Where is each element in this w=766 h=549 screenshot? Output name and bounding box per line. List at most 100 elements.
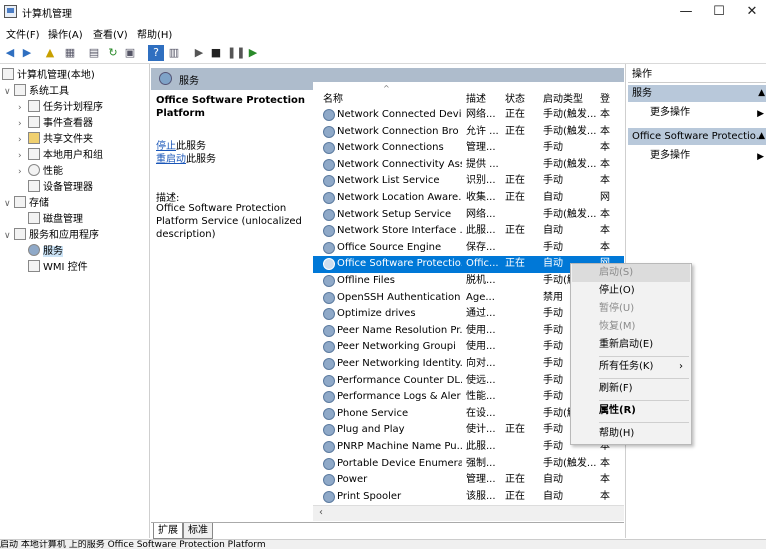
tree-disk-management[interactable]: 磁盘管理 [18,212,83,228]
service-startup: 自动 [543,192,563,203]
tree-services-apps[interactable]: ∨ 服务和应用程序 [4,228,99,244]
gear-icon [323,407,335,420]
service-desc: Offic... [466,258,499,270]
ctx-help[interactable]: 帮助(H) [599,425,689,443]
gear-icon [323,275,335,287]
back-arrow-icon[interactable]: ◀ [2,45,18,61]
tree-shared-folders[interactable]: › 共享文件夹 [18,132,93,148]
chevron-right-icon[interactable]: › [18,116,28,132]
ctx-pause[interactable]: 暂停(U) [599,300,689,318]
show-hide-tree-icon[interactable]: ▦ [62,45,78,61]
gear-icon [323,308,335,321]
column-header-status[interactable]: 状态 [505,90,525,105]
chevron-down-icon[interactable]: ∨ [4,196,14,212]
tree-device-manager[interactable]: 设备管理器 [28,180,93,196]
ctx-stop[interactable]: 停止(O) [599,282,689,300]
tree-task-scheduler[interactable]: › 任务计划程序 [18,100,103,116]
service-logon: 本 [600,142,610,154]
stop-service-icon[interactable]: ■ [208,45,224,61]
chevron-down-icon[interactable]: ∨ [4,228,14,244]
service-status: 正在 [505,474,525,486]
gear-icon [323,109,335,121]
tree-performance[interactable]: › 性能 [18,164,63,180]
start-service-icon[interactable]: ▶ [191,45,207,61]
table-row[interactable]: Network Store Interface ... 此服... 正在 自动 本 [313,223,624,240]
column-header-logon[interactable]: 登 [600,90,610,105]
table-row[interactable]: Portable Device Enumera... 强制... 手动(触发... 本 [313,456,624,473]
menu-action[interactable]: 操作(A) [48,26,83,41]
sort-caret-icon: ^ [383,84,390,93]
chevron-right-icon[interactable]: ▶ [757,152,764,162]
ctx-restart[interactable]: 重新启动(E) [599,336,689,354]
service-desc: 提供 ... [466,158,499,170]
pause-service-icon[interactable]: ❚❚ [227,45,245,61]
tree-event-viewer[interactable]: › 事件查看器 [18,116,93,132]
actions-section-selected[interactable]: Office Software Protectio... ▲ [628,128,766,145]
tab-extended[interactable]: 扩展 [153,523,183,539]
performance-icon [28,164,40,176]
menu-bar: 文件(F) 操作(A) 查看(V) 帮助(H) [0,24,766,42]
chevron-right-icon[interactable]: › [18,164,28,180]
actions-section-services[interactable]: 服务 ▲ [628,85,766,102]
show-pane-icon[interactable]: ▥ [166,45,182,61]
forward-arrow-icon[interactable]: ▶ [19,45,35,61]
table-row[interactable]: Office Source Engine 保存... 手动 本 [313,240,624,257]
refresh-icon[interactable]: ↻ [105,45,121,61]
menu-help[interactable]: 帮助(H) [137,26,172,41]
restart-service-icon[interactable]: ▶ [245,45,261,61]
gear-icon [323,441,335,453]
table-row[interactable]: Print Spooler 该服... 正在 自动 本 [313,489,624,506]
more-actions-2[interactable]: 更多操作 [650,149,690,163]
wmi-icon [28,260,40,272]
tree-root[interactable]: 计算机管理(本地) [2,68,95,84]
tree-system-tools[interactable]: ∨ 系统工具 [4,84,69,100]
table-row[interactable]: Network Setup Service 网络... 手动(触发... 本 [313,207,624,224]
chevron-right-icon[interactable]: › [18,148,28,164]
up-folder-icon[interactable]: ▲ [42,45,58,61]
horizontal-scrollbar[interactable]: ‹ [313,505,624,521]
chevron-right-icon[interactable]: › [18,132,28,148]
service-desc: 使用... [466,341,496,353]
ctx-all-tasks[interactable]: 所有任务(K) [599,358,689,376]
column-header-name[interactable]: 名称 [323,90,343,105]
tree-local-users[interactable]: › 本地用户和组 [18,148,103,164]
export-list-icon[interactable]: ▣ [122,45,138,61]
column-header-startup[interactable]: 启动类型 [543,90,583,105]
table-row[interactable]: Network Connected Devi... 网络... 正在 手动(触发...… [313,107,624,124]
close-button[interactable]: ✕ [742,3,762,21]
chevron-right-icon[interactable]: ▶ [757,109,764,119]
tree-wmi[interactable]: WMI 控件 [18,260,88,276]
maximize-button[interactable]: ☐ [709,3,729,21]
table-row[interactable]: Network Connectivity Ass... 提供 ... 手动(触发..… [313,157,624,174]
tab-standard[interactable]: 标准 [183,523,213,539]
table-row[interactable]: Network Connections 管理... 手动 本 [313,140,624,157]
ctx-resume[interactable]: 恢复(M) [599,318,689,336]
ctx-start[interactable]: 启动(S) [572,264,690,282]
properties-icon[interactable]: ▤ [86,45,102,61]
ctx-properties[interactable]: 属性(R) [599,402,689,420]
minimize-button[interactable]: — [676,3,696,21]
help-icon[interactable]: ? [148,45,164,61]
chevron-down-icon[interactable]: ∨ [4,84,14,100]
table-row[interactable]: Network Location Aware... 收集... 正在 自动 网 [313,190,624,207]
menu-file[interactable]: 文件(F) [6,26,40,41]
table-row[interactable]: Network List Service 识别... 正在 手动 本 [313,173,624,190]
column-header-desc[interactable]: 描述 [466,90,486,105]
services-apps-icon [14,228,26,240]
tree-storage[interactable]: ∨ 存储 [4,196,49,212]
tools-icon [14,84,26,96]
collapse-up-icon[interactable]: ▲ [758,85,765,102]
more-actions-1[interactable]: 更多操作 [650,106,690,120]
table-row[interactable]: Network Connection Bro 允许 ... 正在 手动(触发... 本 [313,124,624,141]
tree-services[interactable]: 服务 [18,244,63,260]
restart-service-link[interactable]: 重启动此服务 [156,150,216,165]
menu-view[interactable]: 查看(V) [93,26,128,41]
collapse-up-icon[interactable]: ▲ [758,128,765,145]
ctx-refresh[interactable]: 刷新(F) [599,380,689,398]
table-row[interactable]: Power 管理... 正在 自动 本 [313,472,624,489]
scroll-left-icon[interactable]: ‹ [319,507,323,518]
service-logon: 本 [600,158,610,170]
service-status: 正在 [505,225,525,237]
ctx-separator [599,422,689,423]
chevron-right-icon[interactable]: › [18,100,28,116]
